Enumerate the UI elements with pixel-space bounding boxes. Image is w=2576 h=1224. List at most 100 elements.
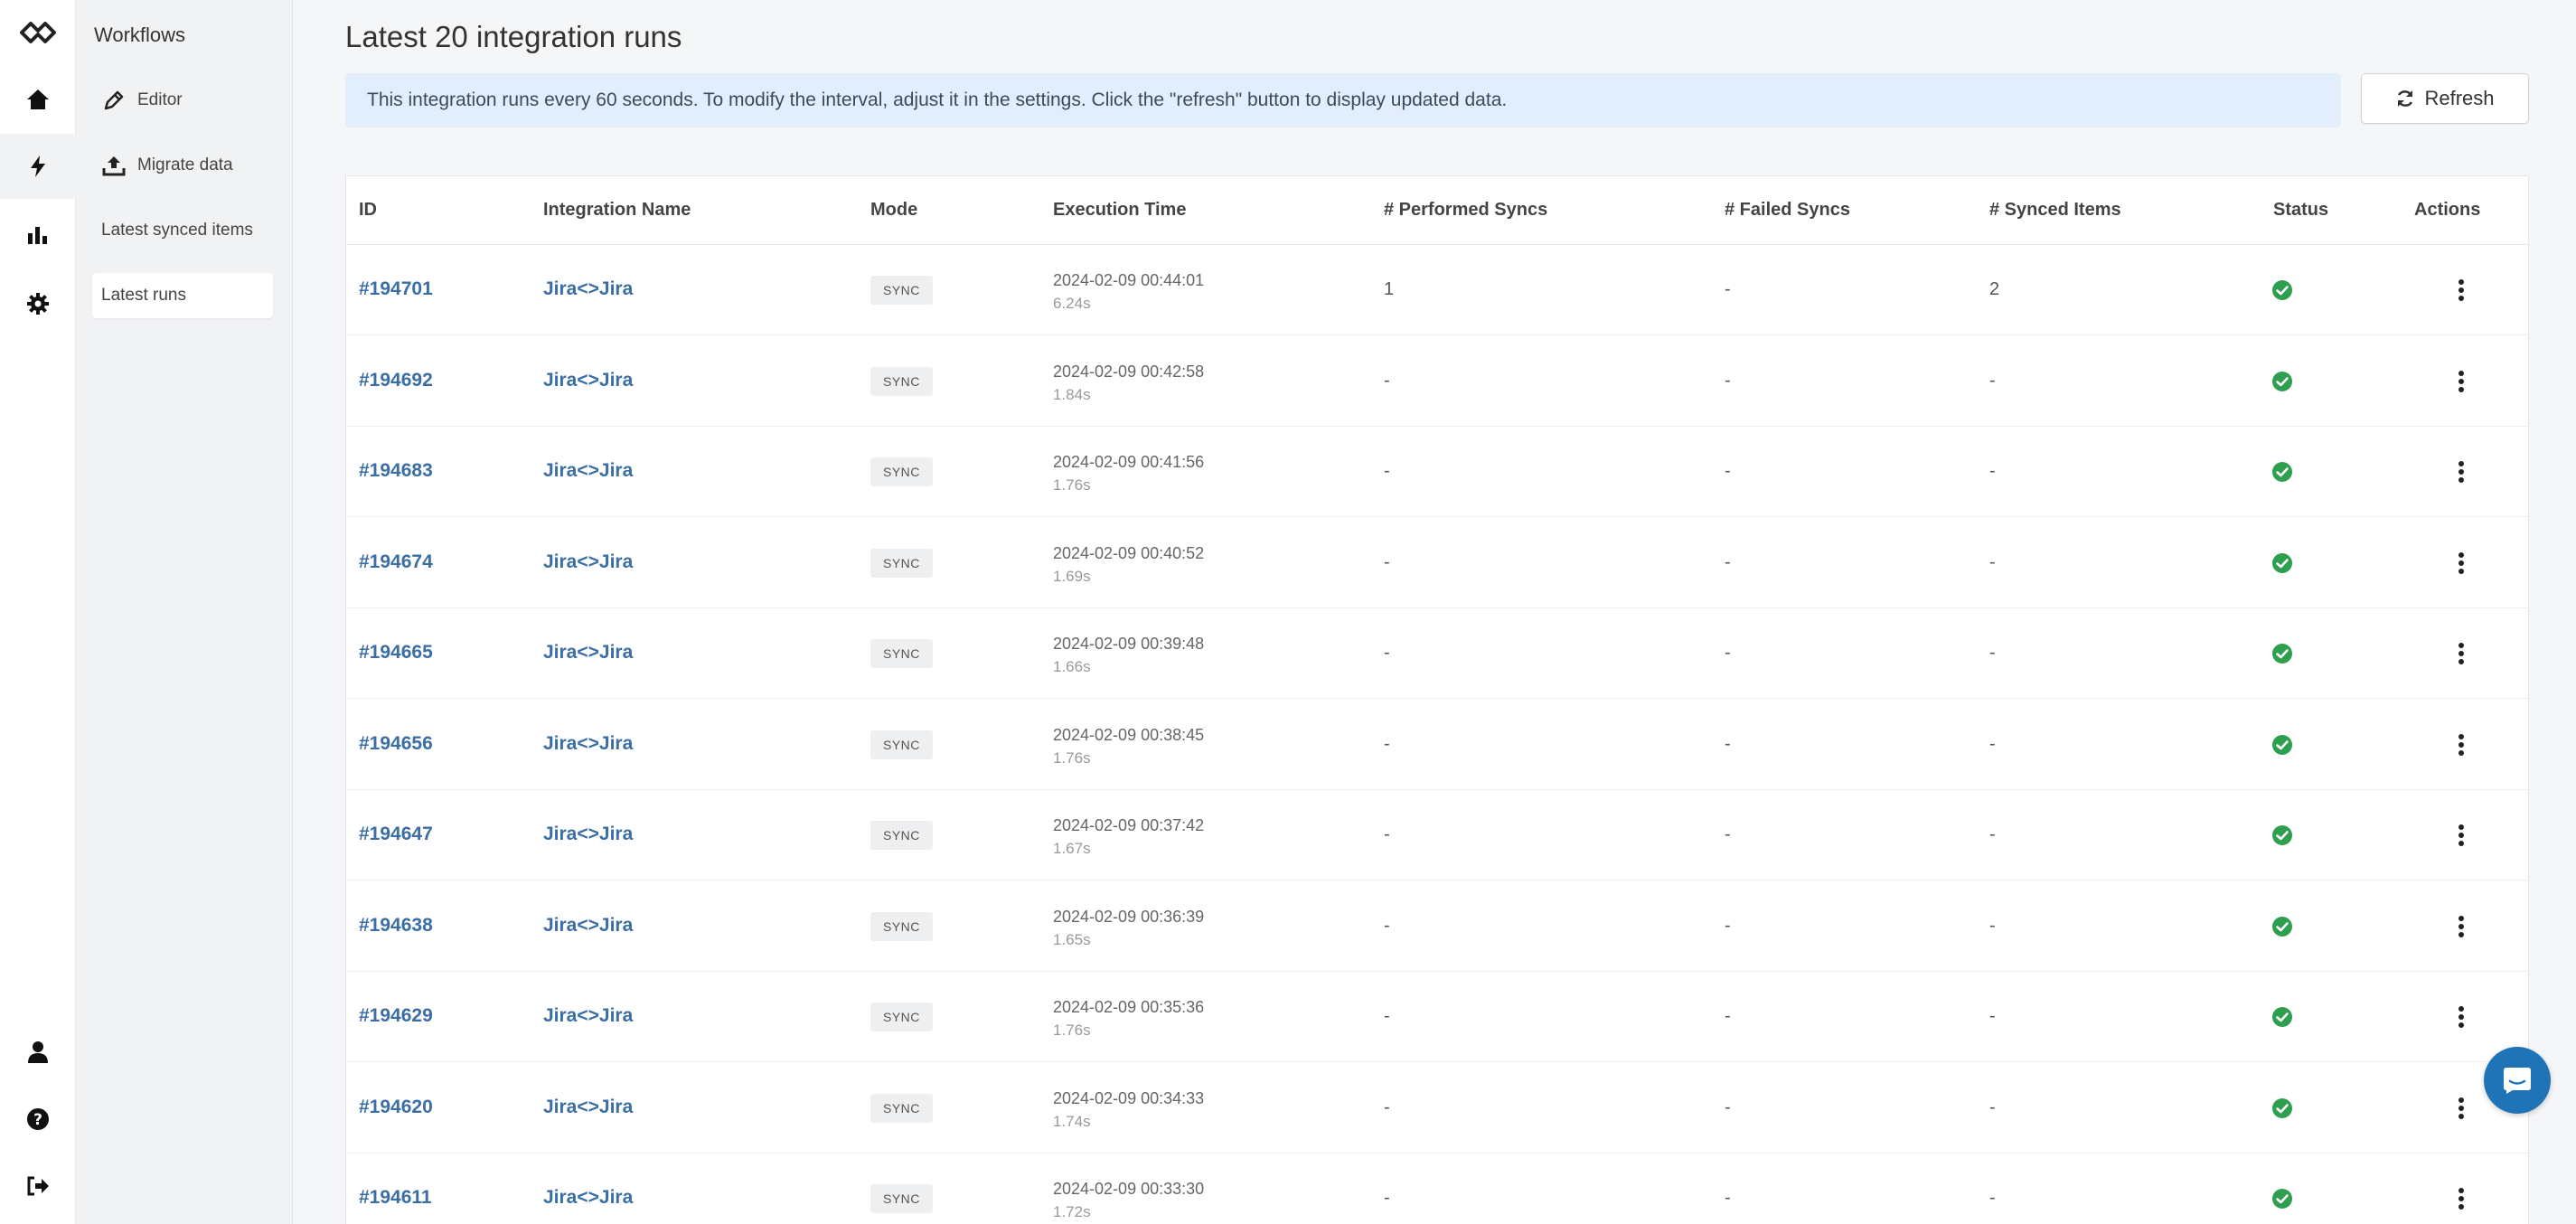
performed-syncs: - [1384,551,1390,572]
run-id-link[interactable]: #194665 [359,642,433,664]
subnav-item-latest-synced-items[interactable]: Latest synced items [92,208,273,253]
synced-items: - [1989,370,1996,391]
execution-duration: 1.69s [1053,567,1091,585]
integration-name-link[interactable]: Jira<>Jira [543,642,633,664]
row-actions-menu[interactable] [2445,910,2477,943]
nav-help[interactable]: ? [0,1087,76,1152]
integration-name-link[interactable]: Jira<>Jira [543,278,633,300]
integration-name-link[interactable]: Jira<>Jira [543,460,633,482]
nav-logout[interactable] [0,1153,76,1219]
execution-time: 2024-02-09 00:42:58 1.84s [1053,360,1204,407]
run-id-link[interactable]: #194701 [359,278,433,300]
integration-name-link[interactable]: Jira<>Jira [543,1097,633,1118]
mode-badge: SYNC [870,548,933,578]
row-actions-menu[interactable] [2445,1182,2477,1215]
nav-home[interactable] [0,67,76,132]
execution-time: 2024-02-09 00:39:48 1.66s [1053,632,1204,679]
table-row: #194683 Jira<>Jira SYNC 2024-02-09 00:41:56… [346,427,2528,517]
execution-time: 2024-02-09 00:38:45 1.76s [1053,723,1204,770]
run-id-link[interactable]: #194611 [359,1187,432,1209]
table-row: #194701 Jira<>Jira SYNC 2024-02-09 00:44:01… [346,245,2528,335]
nav-profile[interactable] [0,1020,76,1085]
run-id-link[interactable]: #194656 [359,733,433,755]
header-execution-time: Execution Time [1053,200,1187,220]
execution-duration: 1.74s [1053,1112,1091,1130]
refresh-label: Refresh [2424,87,2495,109]
kebab-menu-icon [2458,279,2464,301]
execution-timestamp: 2024-02-09 00:35:36 [1053,998,1205,1016]
mode-badge: SYNC [870,911,933,941]
nav-workflows[interactable] [0,134,76,199]
execution-duration: 1.67s [1053,840,1091,857]
page-title: Latest 20 integration runs [345,20,682,53]
integration-name-link[interactable]: Jira<>Jira [543,1005,633,1027]
table-row: #194611 Jira<>Jira SYNC 2024-02-09 00:33:30… [346,1153,2528,1224]
execution-time: 2024-02-09 00:40:52 1.69s [1053,541,1204,588]
run-id-link[interactable]: #194620 [359,1097,433,1118]
execution-duration: 6.24s [1053,295,1091,312]
table-row: #194638 Jira<>Jira SYNC 2024-02-09 00:36:39… [346,881,2528,972]
row-actions-menu[interactable] [2445,274,2477,306]
refresh-button[interactable]: Refresh [2361,73,2529,124]
home-icon [27,89,49,109]
failed-syncs: - [1725,915,1731,936]
run-id-link[interactable]: #194638 [359,915,433,937]
nav-settings[interactable] [0,271,76,336]
header-integration-name: Integration Name [543,200,691,220]
performed-syncs: - [1384,461,1390,481]
integration-name-link[interactable]: Jira<>Jira [543,551,633,573]
row-actions-menu[interactable] [2445,637,2477,670]
execution-duration: 1.76s [1053,476,1091,494]
run-id-link[interactable]: #194683 [359,460,433,482]
table-row: #194674 Jira<>Jira SYNC 2024-02-09 00:40:52… [346,518,2528,608]
subnav-item-label: Migrate data [137,155,233,174]
performed-syncs: - [1384,643,1390,663]
mode-badge: SYNC [870,366,933,396]
performed-syncs: - [1384,915,1390,936]
mode-badge: SYNC [870,276,933,305]
row-actions-menu[interactable] [2445,456,2477,488]
execution-duration: 1.65s [1053,930,1091,948]
subnav-item-migrate-data[interactable]: Migrate data [92,143,273,188]
row-actions-menu[interactable] [2445,1001,2477,1033]
integration-name-link[interactable]: Jira<>Jira [543,824,633,845]
status-success-icon [2271,552,2293,579]
performed-syncs: 1 [1384,279,1395,299]
status-success-icon [2271,824,2293,852]
run-id-link[interactable]: #194629 [359,1005,433,1027]
subnav-item-editor[interactable]: Editor [92,78,273,123]
logo[interactable] [0,0,76,65]
kebab-menu-icon [2458,733,2464,756]
row-actions-menu[interactable] [2445,729,2477,761]
integration-name-link[interactable]: Jira<>Jira [543,1187,633,1209]
header-id: ID [359,200,377,220]
nav-reports[interactable] [0,202,76,268]
chat-button[interactable] [2484,1047,2551,1114]
execution-time: 2024-02-09 00:37:42 1.67s [1053,814,1204,861]
table-row: #194656 Jira<>Jira SYNC 2024-02-09 00:38:45… [346,700,2528,790]
integration-name-link[interactable]: Jira<>Jira [543,370,633,391]
row-actions-menu[interactable] [2445,547,2477,579]
main-content: Latest 20 integration runs This integrat… [293,0,2576,1224]
subnav-item-latest-runs[interactable]: Latest runs [92,273,273,318]
performed-syncs: - [1384,1188,1390,1208]
run-id-link[interactable]: #194674 [359,551,433,573]
upload-icon [101,153,127,178]
row-actions-menu[interactable] [2445,1092,2477,1125]
run-id-link[interactable]: #194647 [359,824,433,845]
failed-syncs: - [1725,1006,1731,1026]
integration-name-link[interactable]: Jira<>Jira [543,915,633,937]
execution-timestamp: 2024-02-09 00:44:01 [1053,271,1205,289]
run-id-link[interactable]: #194692 [359,370,433,391]
logout-icon [27,1176,49,1196]
workflows-subnav: Workflows Editor Migrate data Latest syn… [76,0,293,1224]
execution-timestamp: 2024-02-09 00:42:58 [1053,362,1205,381]
row-actions-menu[interactable] [2445,819,2477,852]
performed-syncs: - [1384,1006,1390,1026]
table-header: ID Integration Name Mode Execution Time … [346,176,2528,245]
kebab-menu-icon [2458,551,2464,574]
mode-badge: SYNC [870,821,933,850]
row-actions-menu[interactable] [2445,365,2477,398]
integration-name-link[interactable]: Jira<>Jira [543,733,633,755]
execution-time: 2024-02-09 00:41:56 1.76s [1053,450,1204,497]
